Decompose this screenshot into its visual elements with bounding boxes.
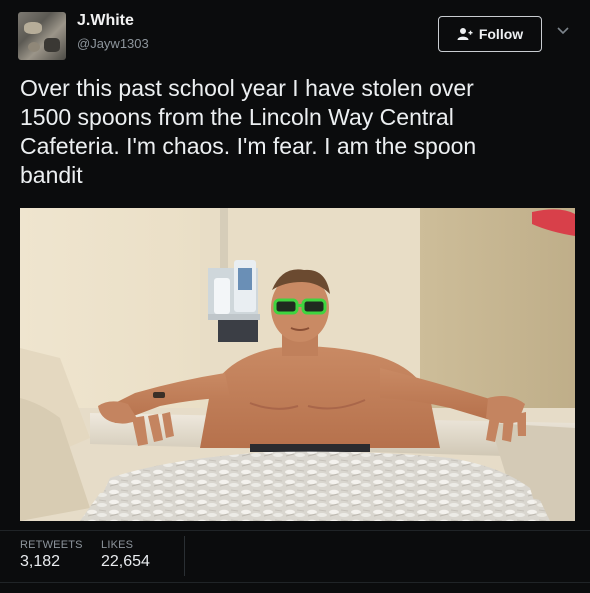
photo-image — [20, 208, 575, 521]
divider — [0, 530, 590, 531]
retweets-count[interactable]: 3,182 — [20, 553, 60, 571]
avatar-detail — [44, 38, 60, 52]
stats-separator — [184, 536, 185, 576]
author-name[interactable]: J.White — [77, 12, 134, 30]
avatar-detail — [24, 22, 42, 34]
author-handle[interactable]: @Jayw1303 — [77, 36, 149, 51]
likes-count[interactable]: 22,654 — [101, 553, 150, 571]
divider — [0, 582, 590, 583]
tweet-text: Over this past school year I have stolen… — [20, 75, 477, 188]
chevron-down-icon[interactable] — [556, 26, 570, 36]
likes-label[interactable]: LIKES — [101, 539, 133, 551]
avatar[interactable] — [18, 12, 66, 60]
retweets-label[interactable]: RETWEETS — [20, 539, 83, 551]
add-user-icon — [457, 28, 473, 40]
follow-label: Follow — [478, 26, 524, 42]
follow-button[interactable]: Follow — [438, 16, 542, 52]
avatar-detail — [28, 42, 40, 52]
tweet-photo[interactable] — [20, 208, 575, 521]
